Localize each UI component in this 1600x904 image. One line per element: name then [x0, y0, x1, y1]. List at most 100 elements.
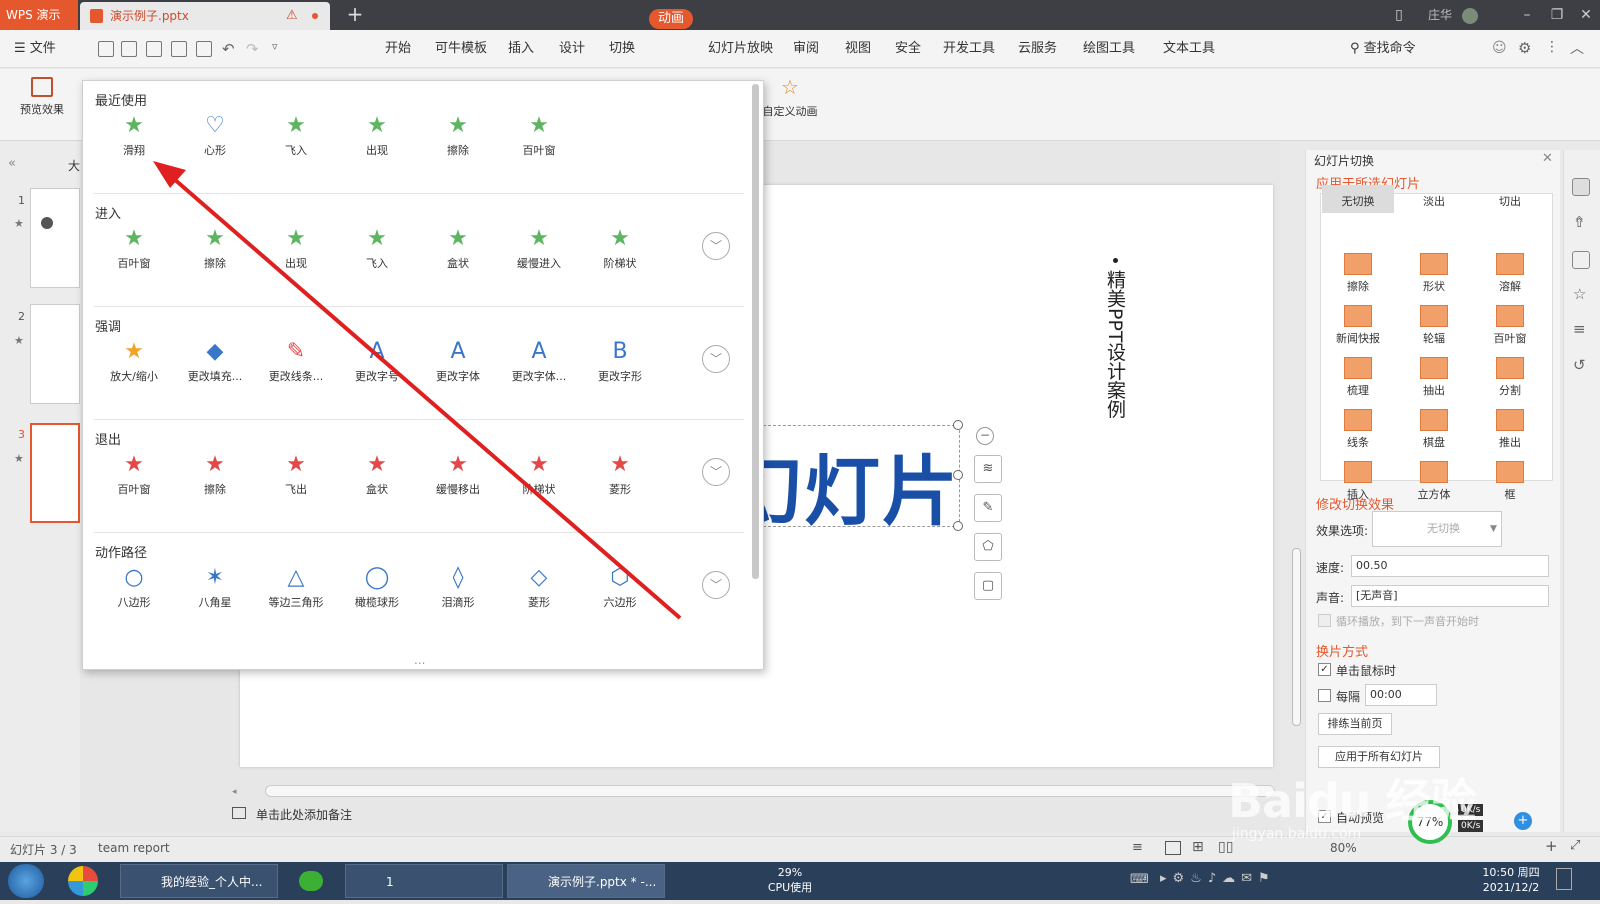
- slide-thumbnail-3[interactable]: [30, 423, 80, 523]
- close-window-icon[interactable]: ✕: [1572, 0, 1600, 30]
- on-click-checkbox[interactable]: ✓: [1318, 663, 1331, 676]
- animation-emphasis-item[interactable]: A 更改字体...: [499, 336, 579, 396]
- collapse-float-toolbar-icon[interactable]: −: [976, 427, 994, 445]
- transition-option[interactable]: 框: [1474, 455, 1546, 505]
- scroll-left-icon[interactable]: ◂: [232, 787, 237, 797]
- transition-option[interactable]: 推出: [1474, 403, 1546, 453]
- feedback-icon[interactable]: ☺: [1492, 40, 1507, 56]
- animation-exit-item[interactable]: ★ 飞出: [256, 449, 336, 509]
- animation-enter-item[interactable]: ★ 盒状: [418, 223, 498, 283]
- menu-developer[interactable]: 开发工具: [943, 30, 995, 68]
- redo-icon[interactable]: ↷: [246, 40, 259, 58]
- menu-review[interactable]: 审阅: [793, 30, 819, 68]
- taskbar-browser[interactable]: 我的经验_个人中...: [120, 864, 278, 898]
- show-desktop-icon[interactable]: [1556, 868, 1572, 890]
- app-icon[interactable]: [68, 866, 98, 896]
- animation-exit-item[interactable]: ★ 百叶窗: [94, 449, 174, 509]
- transition-panel-icon[interactable]: [1572, 178, 1590, 196]
- transition-option[interactable]: 形状: [1398, 247, 1470, 297]
- close-panel-icon[interactable]: ✕: [1542, 151, 1553, 166]
- animation-recent-item[interactable]: ★ 百叶窗: [499, 110, 579, 170]
- animation-enter-item[interactable]: ★ 缓慢进入: [499, 223, 579, 283]
- sorter-view-icon[interactable]: ⊞: [1192, 839, 1204, 855]
- rehearse-button[interactable]: 排练当前页: [1318, 713, 1392, 735]
- animation-motion-path-item[interactable]: ○ 八边形: [94, 562, 174, 622]
- customize-icon[interactable]: ▿: [272, 40, 278, 53]
- menu-animation[interactable]: 动画: [649, 9, 694, 29]
- file-menu[interactable]: ☰ 文件: [14, 30, 56, 68]
- resize-handle[interactable]: [953, 420, 963, 430]
- loop-checkbox[interactable]: [1318, 614, 1331, 627]
- menu-drawing-tools[interactable]: 绘图工具: [1083, 30, 1135, 68]
- document-icon[interactable]: [1572, 251, 1590, 269]
- open-icon[interactable]: [98, 41, 114, 57]
- slide-thumbnail-2[interactable]: [30, 304, 80, 404]
- search-command[interactable]: ⚲ 查找命令: [1350, 30, 1416, 68]
- preview-effect-button[interactable]: 预览效果: [12, 77, 72, 117]
- pen-icon[interactable]: ✎: [974, 494, 1002, 522]
- animation-recent-item[interactable]: ★ 飞入: [256, 110, 336, 170]
- transition-option[interactable]: 百叶窗: [1474, 299, 1546, 349]
- collapse-panel-icon[interactable]: «: [8, 156, 16, 171]
- animation-recent-item[interactable]: ♡ 心形: [175, 110, 255, 170]
- animation-motion-path-item[interactable]: △ 等边三角形: [256, 562, 336, 622]
- slide-title-text[interactable]: 幻灯片: [760, 430, 960, 540]
- user-name[interactable]: 庄华: [1428, 0, 1452, 30]
- animation-exit-item[interactable]: ★ 盒状: [337, 449, 417, 509]
- transition-option[interactable]: 抽出: [1398, 351, 1470, 401]
- menu-start[interactable]: 开始: [385, 30, 411, 68]
- animation-enter-item[interactable]: ★ 出现: [256, 223, 336, 283]
- transition-option[interactable]: 擦除: [1322, 247, 1394, 297]
- transition-option[interactable]: 分割: [1474, 351, 1546, 401]
- layout-icon[interactable]: ▯: [1388, 0, 1410, 30]
- animation-enter-item[interactable]: ★ 阶梯状: [580, 223, 660, 283]
- menu-slideshow[interactable]: 幻灯片放映: [708, 30, 773, 68]
- more-icon[interactable]: ⋮: [1545, 39, 1559, 55]
- tray-icons[interactable]: ▸⚙♨♪☁✉⚑: [1160, 871, 1276, 886]
- expand-exit-icon[interactable]: ﹀: [702, 458, 730, 486]
- animation-emphasis-item[interactable]: ✎ 更改线条...: [256, 336, 336, 396]
- menu-cloud[interactable]: 云服务: [1018, 30, 1057, 68]
- animation-recent-item[interactable]: ★ 出现: [337, 110, 417, 170]
- star-icon[interactable]: ☆: [1573, 285, 1586, 303]
- animation-emphasis-item[interactable]: ★ 放大/缩小: [94, 336, 174, 396]
- animation-motion-path-item[interactable]: ◯ 橄榄球形: [337, 562, 417, 622]
- animation-motion-path-item[interactable]: ◇ 菱形: [499, 562, 579, 622]
- menu-text-tools[interactable]: 文本工具: [1163, 30, 1215, 68]
- zoom-level[interactable]: 80%: [1330, 841, 1357, 855]
- frame-icon[interactable]: ▢: [974, 572, 1002, 600]
- settings-sliders-icon[interactable]: ≡: [1573, 320, 1586, 338]
- transition-option[interactable]: 无切换: [1322, 185, 1394, 213]
- fit-window-icon[interactable]: ⤢: [1570, 838, 1580, 853]
- resize-handle[interactable]: [953, 521, 963, 531]
- transition-option[interactable]: 新闻快报: [1322, 299, 1394, 349]
- animation-recent-item[interactable]: ★ 擦除: [418, 110, 498, 170]
- animation-enter-item[interactable]: ★ 百叶窗: [94, 223, 174, 283]
- vertical-scrollbar[interactable]: [1292, 548, 1301, 726]
- wechat-icon[interactable]: [282, 864, 340, 898]
- menu-transition[interactable]: 切换: [609, 30, 635, 68]
- transition-panel-title[interactable]: 幻灯片切换: [1314, 152, 1374, 169]
- gear-icon[interactable]: ⚙: [1518, 39, 1531, 57]
- document-tab[interactable]: 演示例子.pptx ⚠: [80, 2, 330, 30]
- menu-security[interactable]: 安全: [895, 30, 921, 68]
- outline-tab[interactable]: 大: [68, 157, 80, 174]
- keyboard-icon[interactable]: ⌨: [1130, 872, 1149, 887]
- animation-motion-path-item[interactable]: ✶ 八角星: [175, 562, 255, 622]
- animation-emphasis-item[interactable]: A 更改字号: [337, 336, 417, 396]
- expand-motion-path-icon[interactable]: ﹀: [702, 571, 730, 599]
- speed-input[interactable]: 00.50: [1351, 555, 1549, 577]
- avatar[interactable]: [1462, 8, 1478, 24]
- popup-scrollbar[interactable]: [752, 84, 759, 579]
- transition-option[interactable]: 立方体: [1398, 455, 1470, 505]
- pdf-icon[interactable]: [146, 41, 162, 57]
- every-time-input[interactable]: 00:00: [1365, 684, 1437, 706]
- animation-recent-item[interactable]: ★ 滑翔: [94, 110, 174, 170]
- animation-exit-item[interactable]: ★ 菱形: [580, 449, 660, 509]
- notes-placeholder[interactable]: 单击此处添加备注: [256, 804, 352, 826]
- transition-option[interactable]: 轮辐: [1398, 299, 1470, 349]
- transition-option[interactable]: 线条: [1322, 403, 1394, 453]
- animation-exit-item[interactable]: ★ 缓慢移出: [418, 449, 498, 509]
- animation-enter-item[interactable]: ★ 飞入: [337, 223, 417, 283]
- restore-icon[interactable]: ❐: [1542, 0, 1572, 30]
